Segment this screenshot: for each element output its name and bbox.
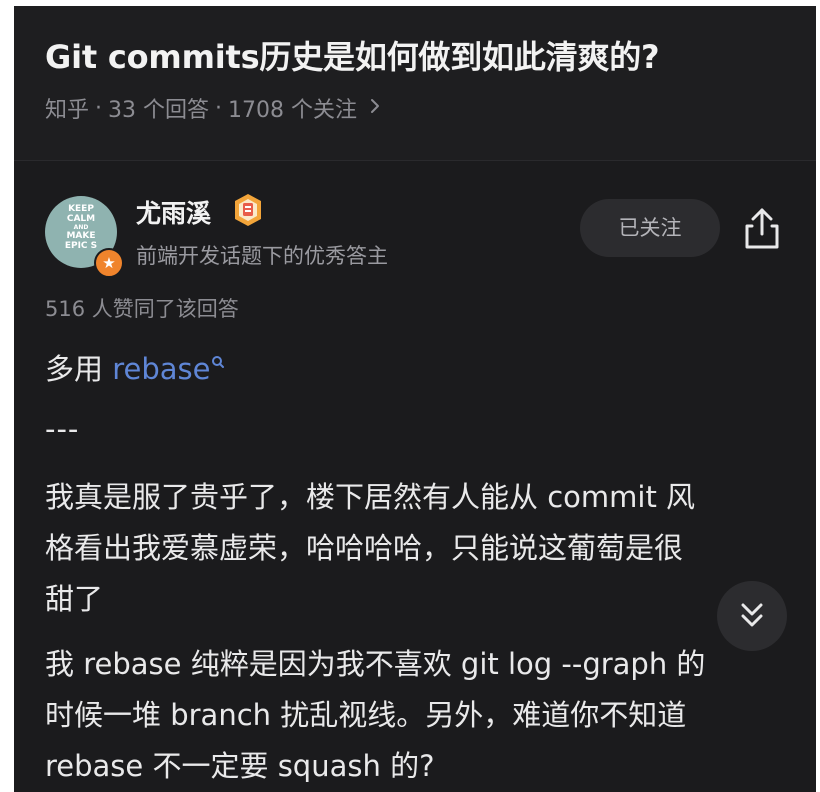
zhihu-answer-screen: Git commits历史是如何做到如此清爽的? 知乎 · 33 个回答 · 1… bbox=[14, 6, 816, 792]
paragraph-line: 格看出我爱慕虚荣，哈哈哈哈，只能说这葡萄是很 bbox=[45, 531, 684, 565]
question-title[interactable]: Git commits历史是如何做到如此清爽的? bbox=[45, 32, 660, 78]
share-icon[interactable] bbox=[740, 206, 784, 252]
rebase-link[interactable]: rebase bbox=[112, 352, 210, 386]
author-description: 前端开发话题下的优秀答主 bbox=[136, 244, 388, 268]
search-icon[interactable] bbox=[211, 344, 225, 378]
paragraph-line: 我 rebase 纯粹是因为我不喜欢 git log --graph 的 bbox=[45, 647, 706, 681]
answer-intro: 多用 rebase bbox=[45, 346, 225, 388]
double-chevron-down-icon bbox=[717, 603, 787, 655]
follow-button[interactable]: 已关注 bbox=[580, 199, 720, 257]
author-name[interactable]: 尤雨溪 bbox=[136, 194, 211, 230]
scroll-down-button[interactable] bbox=[717, 581, 787, 651]
source-label: 知乎 bbox=[45, 98, 90, 123]
answer-paragraph: 我 rebase 纯粹是因为我不喜欢 git log --graph 的 时候一… bbox=[45, 639, 705, 792]
creator-badge-icon bbox=[230, 192, 266, 228]
answer-paragraph: 我真是服了贵乎了，楼下居然有人能从 commit 风 格看出我爱慕虚荣，哈哈哈哈… bbox=[45, 472, 695, 625]
avatar-image-text: KEEP CALM AND MAKE EPIC S bbox=[64, 204, 98, 251]
separator-text: --- bbox=[45, 412, 80, 446]
answers-count: 33 个回答 bbox=[108, 98, 210, 123]
followers-count: 1708 个关注 bbox=[228, 98, 357, 123]
meta-separator: · bbox=[95, 95, 103, 121]
intro-text: 多用 bbox=[45, 352, 113, 386]
chevron-right-icon bbox=[369, 96, 381, 121]
star-badge-icon: ★ bbox=[94, 248, 124, 278]
header-divider bbox=[14, 160, 816, 161]
paragraph-line: rebase 不一定要 squash 的? bbox=[45, 749, 435, 783]
paragraph-line: 我真是服了贵乎了，楼下居然有人能从 commit 风 bbox=[45, 480, 696, 514]
question-header[interactable]: Git commits历史是如何做到如此清爽的? 知乎 · 33 个回答 · 1… bbox=[14, 6, 816, 160]
paragraph-line: 时候一堆 branch 扰乱视线。另外，难道你不知道 bbox=[45, 698, 687, 732]
paragraph-line: 甜了 bbox=[45, 582, 104, 616]
vote-count: 516 人赞同了该回答 bbox=[45, 297, 239, 321]
meta-separator: · bbox=[215, 95, 223, 121]
question-meta[interactable]: 知乎 · 33 个回答 · 1708 个关注 bbox=[45, 92, 381, 124]
